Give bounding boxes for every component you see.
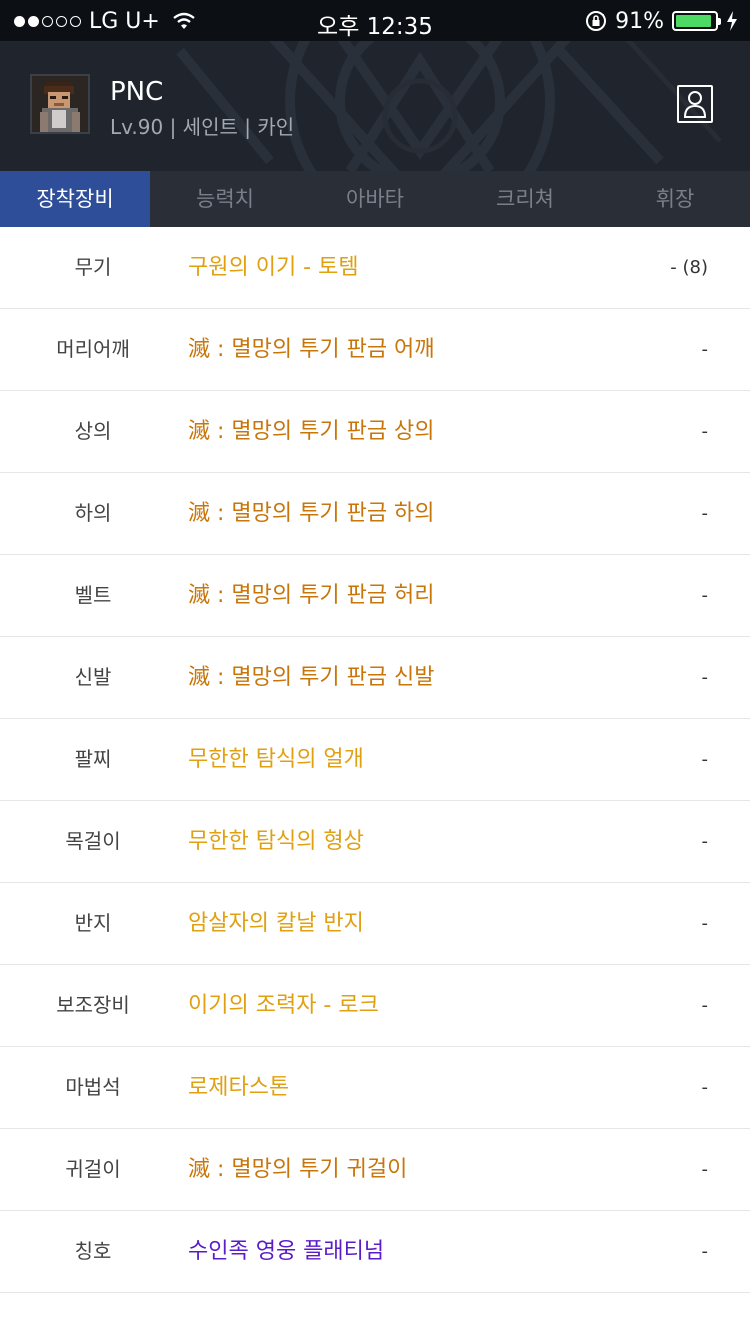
- slot-label: 보조장비: [56, 993, 130, 1017]
- equipment-row-title[interactable]: 칭호 수인족 영웅 플래티넘 -: [0, 1211, 750, 1293]
- slot-label: 벨트: [74, 583, 112, 607]
- character-level-class-server: Lv.90 | 세인트 | 카인: [110, 115, 295, 139]
- item-name: 무한한 탐식의 얼개: [188, 747, 364, 772]
- equipment-row-belt[interactable]: 벨트 滅 : 멸망의 투기 판금 허리 -: [0, 555, 750, 637]
- slot-label: 하의: [74, 501, 112, 525]
- character-header: PNC Lv.90 | 세인트 | 카인: [0, 41, 750, 171]
- slot-label: 반지: [74, 911, 112, 935]
- equipment-row-top[interactable]: 상의 滅 : 멸망의 투기 판금 상의 -: [0, 391, 750, 473]
- item-name: 구원의 이기 - 토템: [188, 255, 359, 280]
- status-indicators: 91%: [585, 7, 738, 35]
- item-name: 무한한 탐식의 형상: [188, 829, 364, 854]
- battery-percent: 91%: [615, 8, 664, 34]
- profile-button[interactable]: [677, 85, 713, 123]
- item-name: 이기의 조력자 - 로크: [188, 993, 379, 1018]
- tab-avatar[interactable]: 아바타: [300, 171, 450, 227]
- equipment-list: 무기 구원의 이기 - 토템 - (8) 머리어깨 滅 : 멸망의 투기 판금 …: [0, 227, 750, 1293]
- reinforce-value: -: [701, 1241, 709, 1262]
- equipment-row-bracelet[interactable]: 팔찌 무한한 탐식의 얼개 -: [0, 719, 750, 801]
- tab-equipment[interactable]: 장착장비: [0, 171, 150, 227]
- equipment-row-necklace[interactable]: 목걸이 무한한 탐식의 형상 -: [0, 801, 750, 883]
- reinforce-value: - (8): [670, 257, 708, 278]
- slot-label: 머리어깨: [56, 337, 130, 361]
- tab-emblem[interactable]: 휘장: [600, 171, 750, 227]
- reinforce-value: -: [701, 421, 709, 442]
- reinforce-value: -: [701, 667, 709, 688]
- battery-level: [676, 15, 711, 27]
- reinforce-value: -: [701, 585, 709, 606]
- equipment-row-shoulder[interactable]: 머리어깨 滅 : 멸망의 투기 판금 어깨 -: [0, 309, 750, 391]
- slot-label: 무기: [74, 255, 112, 279]
- equipment-row-ring[interactable]: 반지 암살자의 칼날 반지 -: [0, 883, 750, 965]
- equipment-row-weapon[interactable]: 무기 구원의 이기 - 토템 - (8): [0, 227, 750, 309]
- item-name: 로제타스톤: [188, 1075, 290, 1100]
- slot-label: 상의: [74, 419, 112, 443]
- rotation-lock-icon: [586, 11, 607, 31]
- character-avatar[interactable]: [30, 74, 90, 134]
- reinforce-value: -: [701, 339, 709, 360]
- item-name: 滅 : 멸망의 투기 귀걸이: [188, 1157, 408, 1182]
- character-name: PNC: [110, 77, 164, 107]
- reinforce-value: -: [701, 1159, 709, 1180]
- equipment-row-bottom[interactable]: 하의 滅 : 멸망의 투기 판금 하의 -: [0, 473, 750, 555]
- reinforce-value: -: [701, 749, 709, 770]
- charging-icon: [727, 11, 737, 31]
- reinforce-value: -: [701, 995, 709, 1016]
- item-name: 滅 : 멸망의 투기 판금 신발: [188, 665, 435, 690]
- reinforce-value: -: [701, 1077, 709, 1098]
- slot-label: 목걸이: [65, 829, 121, 853]
- equipment-row-support[interactable]: 보조장비 이기의 조력자 - 로크 -: [0, 965, 750, 1047]
- slot-label: 신발: [74, 665, 112, 689]
- reinforce-value: -: [701, 503, 709, 524]
- slot-label: 마법석: [65, 1075, 121, 1099]
- person-icon: [683, 91, 707, 118]
- equipment-row-shoes[interactable]: 신발 滅 : 멸망의 투기 판금 신발 -: [0, 637, 750, 719]
- item-name: 滅 : 멸망의 투기 판금 상의: [188, 419, 435, 444]
- battery-icon: [672, 11, 721, 31]
- tab-creature[interactable]: 크리쳐: [450, 171, 600, 227]
- equipment-row-earring[interactable]: 귀걸이 滅 : 멸망의 투기 귀걸이 -: [0, 1129, 750, 1211]
- item-name: 滅 : 멸망의 투기 판금 어깨: [188, 337, 435, 362]
- item-name: 수인족 영웅 플래티넘: [188, 1239, 385, 1264]
- slot-label: 칭호: [74, 1239, 112, 1263]
- tab-stats[interactable]: 능력치: [150, 171, 300, 227]
- reinforce-value: -: [701, 913, 709, 934]
- status-bar: LG U+ 오후 12:35 91%: [0, 0, 750, 41]
- reinforce-value: -: [701, 831, 709, 852]
- equipment-row-magic-stone[interactable]: 마법석 로제타스톤 -: [0, 1047, 750, 1129]
- slot-label: 귀걸이: [65, 1157, 121, 1181]
- character-sprite-icon: [32, 76, 88, 132]
- tab-bar: 장착장비 능력치 아바타 크리쳐 휘장: [0, 171, 750, 227]
- item-name: 암살자의 칼날 반지: [188, 911, 364, 936]
- slot-label: 팔찌: [74, 747, 112, 771]
- item-name: 滅 : 멸망의 투기 판금 하의: [188, 501, 435, 526]
- item-name: 滅 : 멸망의 투기 판금 허리: [188, 583, 435, 608]
